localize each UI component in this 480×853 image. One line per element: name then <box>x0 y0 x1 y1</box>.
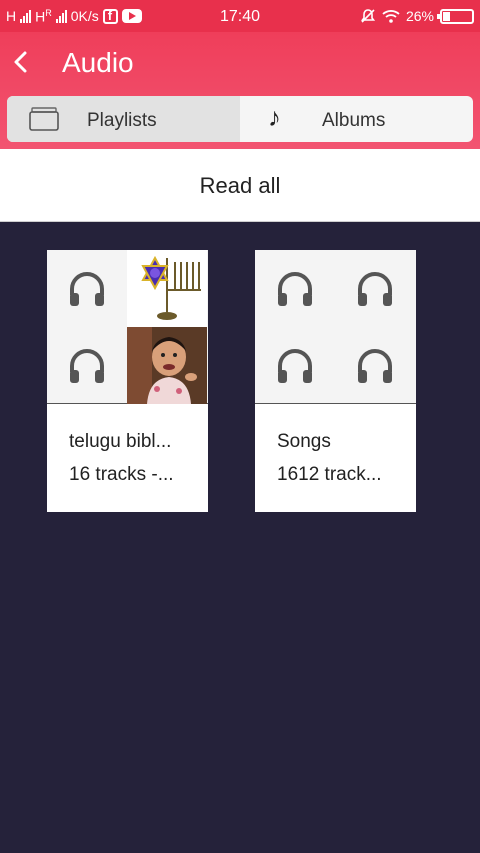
tab-bar: Playlists ♪ Albums <box>7 96 473 142</box>
playlist-card[interactable]: Songs 1612 track... <box>255 250 416 512</box>
headphones-icon <box>335 327 415 404</box>
wifi-icon <box>382 10 400 23</box>
tab-albums-label: Albums <box>322 110 386 131</box>
playlist-name: telugu bibl... <box>69 431 172 452</box>
headphones-icon <box>47 250 127 327</box>
playlist-name: Songs <box>277 431 331 452</box>
playlist-track-count: 16 tracks -... <box>69 464 174 485</box>
chevron-left-icon[interactable] <box>8 46 36 78</box>
music-note-icon: ♪ <box>268 102 281 132</box>
star-of-david-image <box>127 250 207 327</box>
tab-playlists-label: Playlists <box>87 110 157 131</box>
battery-percent: 26% <box>405 8 434 24</box>
battery-icon <box>437 8 474 24</box>
headphones-icon <box>255 250 335 327</box>
read-all-button[interactable]: Read all <box>0 149 480 222</box>
tab-playlists[interactable]: Playlists <box>7 96 240 142</box>
tab-albums[interactable]: ♪ Albums <box>240 96 473 142</box>
playlist-track-count: 1612 track... <box>277 464 382 485</box>
battery-level <box>443 11 450 21</box>
child-photo-image <box>127 327 207 404</box>
page-title: Audio <box>62 47 134 78</box>
status-bar: H HR 0K/s 17:40 26% <box>0 0 480 32</box>
playlist-artwork <box>47 250 208 404</box>
playlist-artwork <box>255 250 416 404</box>
app-bar: Audio Playlists ♪ Albums <box>0 32 480 149</box>
headphones-icon <box>335 250 415 327</box>
status-right: 26% <box>360 8 474 24</box>
playlist-card[interactable]: telugu bibl... 16 tracks -... <box>47 250 208 512</box>
headphones-icon <box>47 327 127 404</box>
mute-icon <box>360 9 376 23</box>
headphones-icon <box>255 327 335 404</box>
folder-icon <box>29 107 59 131</box>
